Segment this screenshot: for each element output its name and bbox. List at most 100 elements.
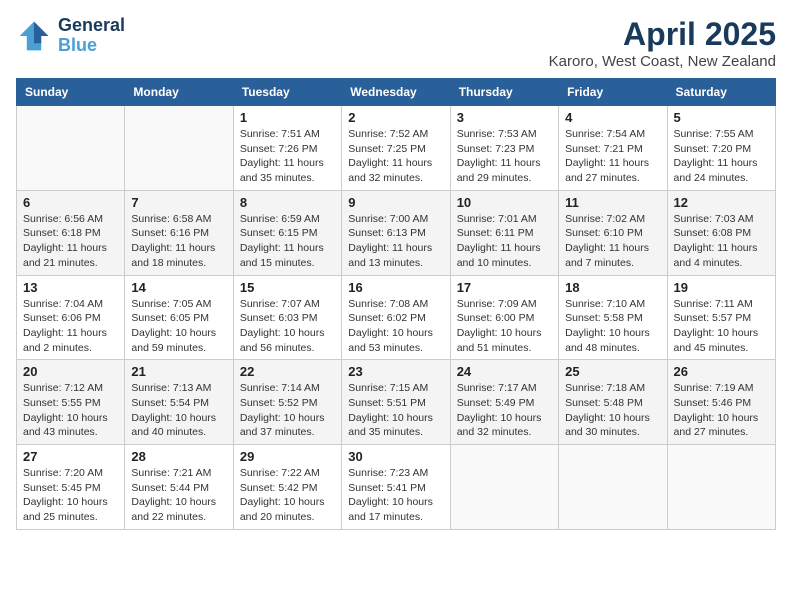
day-info: Sunrise: 7:19 AM Sunset: 5:46 PM Dayligh… — [674, 381, 769, 440]
calendar-cell: 22 Sunrise: 7:14 AM Sunset: 5:52 PM Dayli… — [233, 360, 341, 445]
day-number: 5 — [674, 110, 769, 125]
calendar-cell: 24Sunrise: 7:17 AM Sunset: 5:49 PM Dayli… — [450, 360, 558, 445]
day-number: 18 — [565, 280, 660, 295]
calendar-week-row: 6Sunrise: 6:56 AM Sunset: 6:18 PM Daylig… — [17, 190, 776, 275]
logo-text: General Blue — [58, 16, 125, 56]
weekday-header: Sunday — [17, 79, 125, 106]
day-number: 15 — [240, 280, 335, 295]
day-info: Sunrise: 7:55 AM Sunset: 7:20 PM Dayligh… — [674, 127, 769, 186]
day-number: 27 — [23, 449, 118, 464]
weekday-header: Thursday — [450, 79, 558, 106]
day-info: Sunrise: 7:18 AM Sunset: 5:48 PM Dayligh… — [565, 381, 660, 440]
day-number: 8 — [240, 195, 335, 210]
weekday-header: Tuesday — [233, 79, 341, 106]
day-info: Sunrise: 7:23 AM Sunset: 5:41 PM Dayligh… — [348, 466, 443, 525]
calendar-week-row: 27 Sunrise: 7:20 AM Sunset: 5:45 PM Dayli… — [17, 445, 776, 530]
calendar-cell: 30 Sunrise: 7:23 AM Sunset: 5:41 PM Dayli… — [342, 445, 450, 530]
day-number: 4 — [565, 110, 660, 125]
calendar-header-row: SundayMondayTuesdayWednesdayThursdayFrid… — [17, 79, 776, 106]
calendar-cell: 2Sunrise: 7:52 AM Sunset: 7:25 PM Daylig… — [342, 106, 450, 191]
day-number: 24 — [457, 364, 552, 379]
day-number: 12 — [674, 195, 769, 210]
calendar-cell: 27 Sunrise: 7:20 AM Sunset: 5:45 PM Dayli… — [17, 445, 125, 530]
day-number: 11 — [565, 195, 660, 210]
calendar-cell — [125, 106, 233, 191]
calendar-cell: 13Sunrise: 7:04 AM Sunset: 6:06 PM Dayli… — [17, 275, 125, 360]
day-info: Sunrise: 7:15 AM Sunset: 5:51 PM Dayligh… — [348, 381, 443, 440]
calendar-cell: 8 Sunrise: 6:59 AM Sunset: 6:15 PM Daylig… — [233, 190, 341, 275]
day-info: Sunrise: 6:58 AM Sunset: 6:16 PM Dayligh… — [131, 212, 226, 271]
day-info: Sunrise: 7:53 AM Sunset: 7:23 PM Dayligh… — [457, 127, 552, 186]
day-info: Sunrise: 7:14 AM Sunset: 5:52 PM Dayligh… — [240, 381, 335, 440]
calendar-cell: 21 Sunrise: 7:13 AM Sunset: 5:54 PM Dayli… — [125, 360, 233, 445]
calendar-cell: 17Sunrise: 7:09 AM Sunset: 6:00 PM Dayli… — [450, 275, 558, 360]
calendar-cell: 9 Sunrise: 7:00 AM Sunset: 6:13 PM Daylig… — [342, 190, 450, 275]
day-info: Sunrise: 7:20 AM Sunset: 5:45 PM Dayligh… — [23, 466, 118, 525]
calendar-cell: 18 Sunrise: 7:10 AM Sunset: 5:58 PM Dayli… — [559, 275, 667, 360]
day-info: Sunrise: 6:56 AM Sunset: 6:18 PM Dayligh… — [23, 212, 118, 271]
logo-line1: General — [58, 16, 125, 36]
calendar-cell: 16 Sunrise: 7:08 AM Sunset: 6:02 PM Dayli… — [342, 275, 450, 360]
day-info: Sunrise: 7:13 AM Sunset: 5:54 PM Dayligh… — [131, 381, 226, 440]
day-number: 20 — [23, 364, 118, 379]
day-info: Sunrise: 7:08 AM Sunset: 6:02 PM Dayligh… — [348, 297, 443, 356]
calendar-cell: 15 Sunrise: 7:07 AM Sunset: 6:03 PM Dayli… — [233, 275, 341, 360]
calendar-week-row: 13Sunrise: 7:04 AM Sunset: 6:06 PM Dayli… — [17, 275, 776, 360]
day-number: 14 — [131, 280, 226, 295]
day-info: Sunrise: 7:07 AM Sunset: 6:03 PM Dayligh… — [240, 297, 335, 356]
day-number: 13 — [23, 280, 118, 295]
calendar-cell: 19 Sunrise: 7:11 AM Sunset: 5:57 PM Dayli… — [667, 275, 775, 360]
calendar-cell: 20 Sunrise: 7:12 AM Sunset: 5:55 PM Dayli… — [17, 360, 125, 445]
day-info: Sunrise: 6:59 AM Sunset: 6:15 PM Dayligh… — [240, 212, 335, 271]
day-info: Sunrise: 7:22 AM Sunset: 5:42 PM Dayligh… — [240, 466, 335, 525]
day-number: 19 — [674, 280, 769, 295]
calendar-cell: 29 Sunrise: 7:22 AM Sunset: 5:42 PM Dayli… — [233, 445, 341, 530]
page-header: General Blue April 2025 Karoro, West Coa… — [16, 16, 776, 70]
day-number: 30 — [348, 449, 443, 464]
weekday-header: Friday — [559, 79, 667, 106]
location-title: Karoro, West Coast, New Zealand — [549, 53, 776, 70]
day-number: 16 — [348, 280, 443, 295]
calendar-cell — [17, 106, 125, 191]
calendar-cell: 5 Sunrise: 7:55 AM Sunset: 7:20 PM Daylig… — [667, 106, 775, 191]
day-info: Sunrise: 7:11 AM Sunset: 5:57 PM Dayligh… — [674, 297, 769, 356]
day-number: 26 — [674, 364, 769, 379]
day-info: Sunrise: 7:09 AM Sunset: 6:00 PM Dayligh… — [457, 297, 552, 356]
weekday-header: Wednesday — [342, 79, 450, 106]
calendar-cell: 26 Sunrise: 7:19 AM Sunset: 5:46 PM Dayli… — [667, 360, 775, 445]
day-number: 1 — [240, 110, 335, 125]
day-number: 29 — [240, 449, 335, 464]
day-number: 23 — [348, 364, 443, 379]
day-info: Sunrise: 7:10 AM Sunset: 5:58 PM Dayligh… — [565, 297, 660, 356]
calendar-cell: 25 Sunrise: 7:18 AM Sunset: 5:48 PM Dayli… — [559, 360, 667, 445]
calendar-cell: 3 Sunrise: 7:53 AM Sunset: 7:23 PM Daylig… — [450, 106, 558, 191]
day-info: Sunrise: 7:03 AM Sunset: 6:08 PM Dayligh… — [674, 212, 769, 271]
calendar-cell: 28Sunrise: 7:21 AM Sunset: 5:44 PM Dayli… — [125, 445, 233, 530]
day-number: 9 — [348, 195, 443, 210]
day-number: 10 — [457, 195, 552, 210]
title-area: April 2025 Karoro, West Coast, New Zeala… — [549, 16, 776, 70]
calendar-cell: 12 Sunrise: 7:03 AM Sunset: 6:08 PM Dayli… — [667, 190, 775, 275]
day-info: Sunrise: 7:00 AM Sunset: 6:13 PM Dayligh… — [348, 212, 443, 271]
calendar-cell: 11Sunrise: 7:02 AM Sunset: 6:10 PM Dayli… — [559, 190, 667, 275]
day-info: Sunrise: 7:51 AM Sunset: 7:26 PM Dayligh… — [240, 127, 335, 186]
calendar: SundayMondayTuesdayWednesdayThursdayFrid… — [16, 78, 776, 530]
day-info: Sunrise: 7:52 AM Sunset: 7:25 PM Dayligh… — [348, 127, 443, 186]
calendar-week-row: 1 Sunrise: 7:51 AM Sunset: 7:26 PM Daylig… — [17, 106, 776, 191]
month-title: April 2025 — [549, 16, 776, 53]
calendar-cell: 7Sunrise: 6:58 AM Sunset: 6:16 PM Daylig… — [125, 190, 233, 275]
calendar-cell: 10 Sunrise: 7:01 AM Sunset: 6:11 PM Dayli… — [450, 190, 558, 275]
logo-icon — [16, 18, 52, 54]
day-number: 3 — [457, 110, 552, 125]
day-info: Sunrise: 7:01 AM Sunset: 6:11 PM Dayligh… — [457, 212, 552, 271]
logo-line2: Blue — [58, 36, 125, 56]
day-number: 22 — [240, 364, 335, 379]
day-number: 25 — [565, 364, 660, 379]
day-info: Sunrise: 7:21 AM Sunset: 5:44 PM Dayligh… — [131, 466, 226, 525]
weekday-header: Monday — [125, 79, 233, 106]
weekday-header: Saturday — [667, 79, 775, 106]
day-info: Sunrise: 7:12 AM Sunset: 5:55 PM Dayligh… — [23, 381, 118, 440]
day-number: 21 — [131, 364, 226, 379]
calendar-cell — [559, 445, 667, 530]
day-info: Sunrise: 7:54 AM Sunset: 7:21 PM Dayligh… — [565, 127, 660, 186]
